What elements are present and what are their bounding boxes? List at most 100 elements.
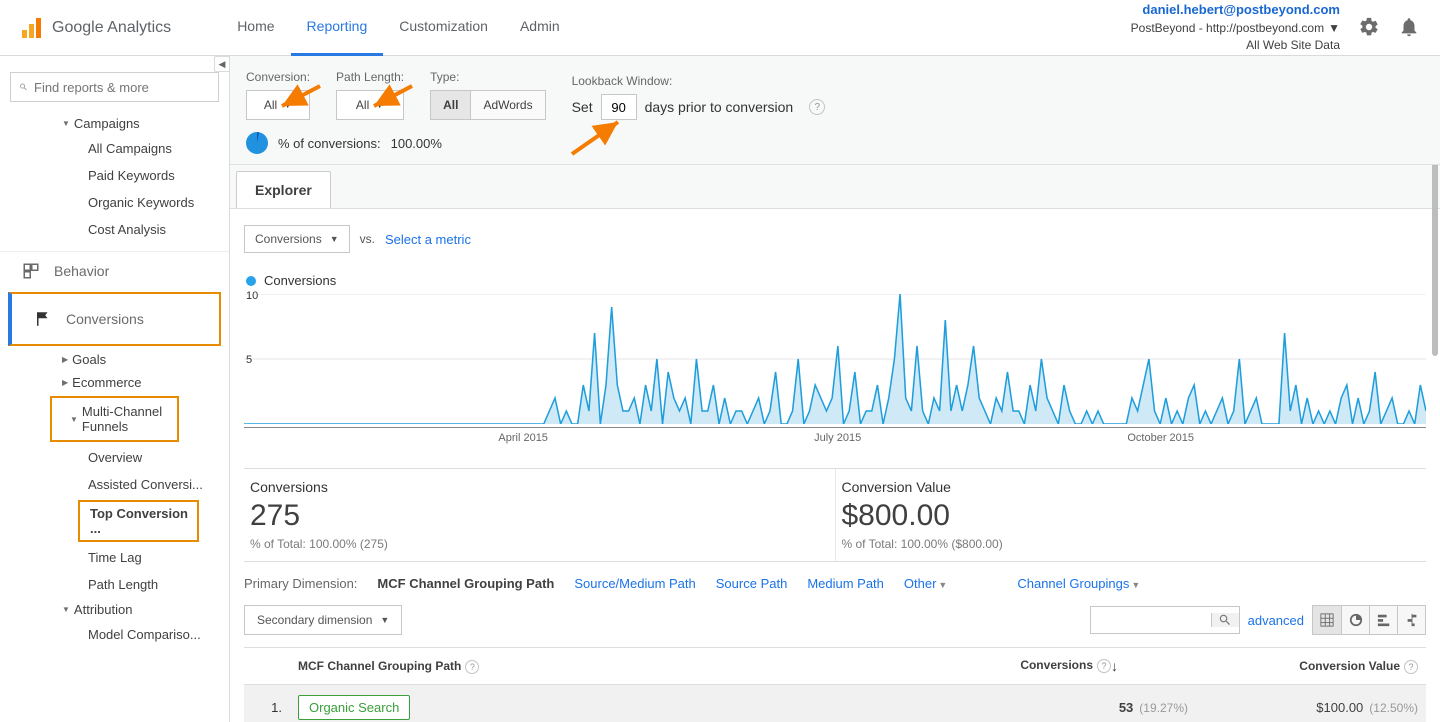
annotation-topconv-box: Top Conversion ... <box>78 500 199 542</box>
help-icon[interactable]: ? <box>809 99 825 115</box>
bell-icon[interactable] <box>1398 16 1420 38</box>
primary-dimension-row: Primary Dimension: MCF Channel Grouping … <box>244 561 1426 599</box>
sidebar-goals[interactable]: Goals <box>0 348 229 371</box>
nav-admin[interactable]: Admin <box>504 0 576 56</box>
sidebar-link-assisted[interactable]: Assisted Conversi... <box>0 471 229 498</box>
sidebar-link-timelag[interactable]: Time Lag <box>0 544 229 571</box>
help-icon[interactable]: ? <box>465 660 479 674</box>
sidebar-behavior[interactable]: Behavior <box>0 252 229 290</box>
conversion-label: Conversion: <box>246 70 310 84</box>
card-subtext: % of Total: 100.00% (275) <box>250 537 829 551</box>
secondary-dimension-dropdown[interactable]: Secondary dimension▼ <box>244 605 402 635</box>
legend-dot-icon <box>246 276 256 286</box>
sidebar-link-paid-keywords[interactable]: Paid Keywords <box>0 162 229 189</box>
card-value: 275 <box>250 499 829 533</box>
channel-groupings-dropdown[interactable]: Channel Groupings▼ <box>1017 576 1140 591</box>
y-tick-10: 10 <box>246 290 258 302</box>
row-conversions: 53(19.27%) <box>966 685 1196 722</box>
sidebar-link-overview[interactable]: Overview <box>0 444 229 471</box>
analytics-logo-icon <box>20 16 44 40</box>
account-view: All Web Site Data <box>1131 37 1340 54</box>
table-search[interactable] <box>1090 606 1240 634</box>
account-email: daniel.hebert@postbeyond.com <box>1131 1 1340 19</box>
sidebar-link-model-comparison[interactable]: Model Compariso... <box>0 621 229 648</box>
th-path[interactable]: MCF Channel Grouping Path? <box>290 648 966 685</box>
conversion-paths-table: MCF Channel Grouping Path? Conversions?↓… <box>244 647 1426 722</box>
scrollbar[interactable] <box>1432 136 1438 356</box>
chart-x-axis: April 2015 July 2015 October 2015 <box>244 427 1426 444</box>
sidebar-ecommerce[interactable]: Ecommerce <box>0 371 229 394</box>
sidebar-collapse-toggle[interactable]: ◀ <box>214 56 230 72</box>
dim-medium-path[interactable]: Medium Path <box>807 576 884 591</box>
table-row[interactable]: 1.Organic Search53(19.27%)$100.00(12.50%… <box>244 685 1426 722</box>
account-property: PostBeyond - http://postbeyond.com▼ <box>1131 20 1340 37</box>
search-icon <box>19 80 28 94</box>
pathlength-dropdown[interactable]: All▼ <box>336 90 404 120</box>
sidebar-mcf[interactable]: Multi-Channel Funnels <box>54 400 175 438</box>
dim-source-path[interactable]: Source Path <box>716 576 788 591</box>
chevron-down-icon: ▼ <box>380 615 389 625</box>
help-icon[interactable]: ? <box>1097 659 1111 673</box>
filter-bar: Conversion: All▼ Path Length: All▼ Type:… <box>230 56 1440 165</box>
type-all-button[interactable]: All <box>431 91 470 119</box>
nav-home[interactable]: Home <box>221 0 290 56</box>
product-logo[interactable]: Google Analytics <box>20 16 171 40</box>
pie-icon <box>246 132 268 154</box>
th-conversions[interactable]: Conversions?↓ <box>966 648 1196 685</box>
annotation-mcf-box: Multi-Channel Funnels <box>50 396 179 442</box>
type-adwords-button[interactable]: AdWords <box>470 91 544 119</box>
select-metric-link[interactable]: Select a metric <box>385 232 471 247</box>
search-icon <box>1218 613 1232 627</box>
metric-dropdown[interactable]: Conversions▼ <box>244 225 350 253</box>
dim-other[interactable]: Other▼ <box>904 576 947 591</box>
sidebar-link-top-conversion[interactable]: Top Conversion ... <box>90 506 197 536</box>
lookback-tail-text: days prior to conversion <box>645 99 794 115</box>
lookback-days-input[interactable] <box>601 94 637 120</box>
view-performance-button[interactable] <box>1369 606 1397 634</box>
sidebar-link-pathlength[interactable]: Path Length <box>0 571 229 598</box>
view-comparison-button[interactable] <box>1397 606 1425 634</box>
tab-explorer[interactable]: Explorer <box>236 171 331 208</box>
search-button[interactable] <box>1211 613 1239 627</box>
table-view-mode <box>1312 605 1426 635</box>
view-table-button[interactable] <box>1313 606 1341 634</box>
sidebar-campaigns[interactable]: Campaigns <box>0 112 229 135</box>
th-value[interactable]: Conversion Value? <box>1196 648 1426 685</box>
gear-icon[interactable] <box>1358 16 1380 38</box>
sidebar-conversions[interactable]: Conversions <box>12 296 219 342</box>
nav-reporting[interactable]: Reporting <box>291 0 384 56</box>
conversion-percentage: % of conversions: 100.00% <box>246 132 1424 154</box>
chevron-down-icon: ▼ <box>330 234 339 244</box>
advanced-filter-link[interactable]: advanced <box>1248 613 1304 628</box>
conversion-dropdown[interactable]: All▼ <box>246 90 310 120</box>
sidebar-link-all-campaigns[interactable]: All Campaigns <box>0 135 229 162</box>
row-value: $100.00(12.50%) <box>1196 685 1426 722</box>
sidebar-link-cost-analysis[interactable]: Cost Analysis <box>0 216 229 243</box>
type-label: Type: <box>430 70 545 84</box>
primary-dim-current[interactable]: MCF Channel Grouping Path <box>377 576 554 591</box>
explorer-tabs: Explorer <box>230 165 1440 209</box>
nav-customization[interactable]: Customization <box>383 0 504 56</box>
help-icon[interactable]: ? <box>1404 660 1418 674</box>
card-conversion-value[interactable]: Conversion Value $800.00 % of Total: 100… <box>836 469 1427 561</box>
chart-svg <box>244 294 1426 424</box>
sidebar-link-organic-keywords[interactable]: Organic Keywords <box>0 189 229 216</box>
chevron-down-icon: ▼ <box>1328 21 1340 35</box>
chevron-down-icon: ▼ <box>375 100 384 110</box>
channel-chip: Organic Search <box>298 695 410 720</box>
table-search-input[interactable] <box>1091 613 1211 627</box>
sidebar: ◀ Campaigns All Campaigns Paid Keywords … <box>0 56 230 722</box>
th-index <box>244 648 290 685</box>
card-conversions[interactable]: Conversions 275 % of Total: 100.00% (275… <box>244 469 836 561</box>
chevron-down-icon: ▼ <box>938 580 947 590</box>
annotation-conversions-box: Conversions <box>8 292 221 346</box>
type-toggle: All AdWords <box>430 90 545 120</box>
chevron-down-icon: ▼ <box>1131 580 1140 590</box>
sidebar-attribution[interactable]: Attribution <box>0 598 229 621</box>
card-subtext: % of Total: 100.00% ($800.00) <box>842 537 1421 551</box>
reports-search-input[interactable] <box>34 80 210 95</box>
view-percentage-button[interactable] <box>1341 606 1369 634</box>
dim-source-medium[interactable]: Source/Medium Path <box>574 576 695 591</box>
account-info[interactable]: daniel.hebert@postbeyond.com PostBeyond … <box>1131 1 1340 53</box>
reports-search[interactable] <box>10 72 219 102</box>
